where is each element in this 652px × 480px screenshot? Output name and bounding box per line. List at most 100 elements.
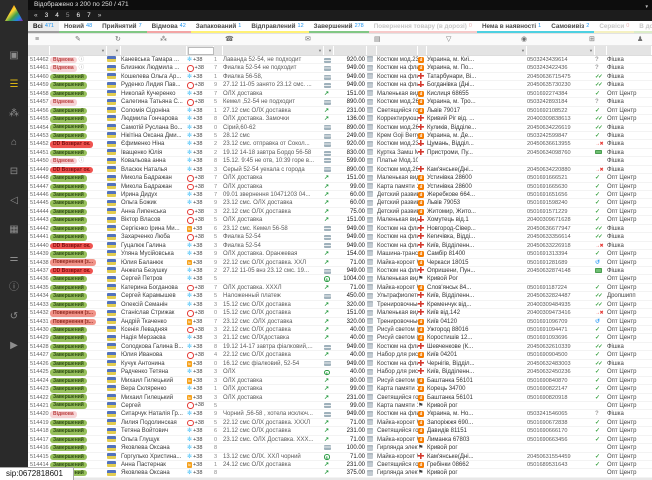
table-row[interactable]: 514445ЗавершенийОльга Божик✻+38923.12 см… — [28, 199, 652, 207]
table-row[interactable]: 514450ВідмоваⓘКовальова анна✻+38815.12. … — [28, 157, 652, 165]
tab-zapakovanyi[interactable]: Запакований1 — [191, 21, 247, 33]
table-row[interactable]: 514436ЗавершенийСергей Петров✻+385$1004.… — [28, 275, 652, 283]
table-row[interactable]: 514428ЗавершенийСолодкова Галина В...✻+3… — [28, 343, 652, 351]
telephony-snowflake-icon[interactable]: ✻ — [187, 107, 192, 115]
missed-call-ring-icon[interactable] — [187, 327, 194, 334]
telephony-snowflake-icon[interactable]: ✻ — [187, 157, 192, 164]
telephony-snowflake-icon[interactable]: ✻ — [187, 469, 192, 476]
sidebar-screen-icon[interactable]: ▣ — [9, 41, 19, 70]
filter-comment[interactable]: ▼ — [223, 46, 324, 55]
telephony-snowflake-icon[interactable]: ✻ — [187, 410, 192, 418]
table-row[interactable]: 514458ЗавершенийНиколай Кучеренко✻+387ОЛ… — [28, 90, 652, 98]
telephony-snowflake-icon[interactable]: ✻ — [187, 427, 192, 435]
missed-call-ring-icon[interactable] — [187, 285, 194, 292]
operator-badge-icon[interactable]: lc — [187, 226, 192, 232]
dropdown-caret-icon[interactable]: ▼ — [521, 48, 525, 53]
missed-call-ring-icon[interactable] — [187, 175, 194, 182]
telephony-snowflake-icon[interactable]: ✻ — [187, 292, 192, 300]
telephony-snowflake-icon[interactable]: ✻ — [187, 275, 192, 282]
sidebar-cart-icon[interactable]: ⊟ — [9, 157, 19, 186]
page-button-7[interactable]: 7 — [87, 10, 91, 21]
telephony-snowflake-icon[interactable]: ✻ — [187, 250, 192, 258]
page-button-5[interactable]: 5 — [66, 10, 70, 21]
table-row[interactable]: 514459ЗавершенийРуденко Лидия Пав...+389… — [28, 81, 652, 89]
missed-call-ring-icon[interactable] — [187, 65, 194, 72]
table-row[interactable]: 514462ВідмоваⓘКаневська Тамара ...✻+381Л… — [28, 56, 652, 64]
telephony-snowflake-icon[interactable]: ✻ — [187, 453, 192, 461]
telephony-snowflake-icon[interactable]: ✻ — [187, 124, 192, 132]
sidebar-info-icon[interactable]: ⓘ — [9, 273, 19, 302]
range-dropdown-caret-icon[interactable]: ▼ — [645, 2, 649, 12]
tab-v-dorozi-dodomu[interactable]: В дорозі додому0 — [634, 21, 652, 33]
filter-flag[interactable]: ▼ — [107, 46, 121, 55]
table-row[interactable]: 514461ВідмоваⓘБлизнюк Людмила ...+387Фиа… — [28, 64, 652, 72]
dropdown-caret-icon[interactable]: ▼ — [115, 48, 119, 53]
table-row[interactable]: 514456ЗавершенийСоломія Сідоніна✻+38127.… — [28, 107, 652, 115]
table-row[interactable]: 514417ЗавершенийОльга Глущук✻+38023.12 с… — [28, 436, 652, 444]
table-row[interactable]: 514455ЗавершенийЛюдмила Гончарова✻+388ОЛ… — [28, 115, 652, 123]
filter-address[interactable]: ▼ — [427, 46, 527, 55]
telephony-snowflake-icon[interactable]: ✻ — [187, 267, 192, 275]
telephony-snowflake-icon[interactable]: ✻ — [187, 56, 192, 64]
telephony-snowflake-icon[interactable]: ✻ — [187, 385, 192, 393]
table-row[interactable]: 514439ЗавершенийУляна Мусійовська✻+389ОЛ… — [28, 250, 652, 258]
missed-call-ring-icon[interactable] — [187, 209, 194, 216]
operator-badge-icon[interactable]: lc — [187, 378, 192, 384]
table-row[interactable]: 514448ЗавершенийМикола Бадражан+387ОЛХ д… — [28, 174, 652, 182]
filter-payment[interactable]: ▼ — [324, 46, 334, 55]
tab-vidpravlenyi[interactable]: Відправлений12 — [246, 21, 308, 33]
sidebar-campaign-icon[interactable]: ◁ — [9, 186, 19, 215]
table-row[interactable]: 514422ЗавершенийМихаил Гилецькийlc+383ОЛ… — [28, 394, 652, 402]
table-row[interactable]: 514434ЗавершенийСергей Карамышев✻+385Нал… — [28, 292, 652, 300]
tab-novyi[interactable]: Новий48 — [59, 21, 97, 33]
sidebar-orders-icon[interactable]: ☰ — [9, 70, 19, 99]
table-row[interactable]: 514416ЗавершенийЯковлева Оксана✻+388100.… — [28, 444, 652, 452]
table-row[interactable]: 514431Повернення (з...Андрій Ткаченкоlc+… — [28, 318, 652, 326]
table-row[interactable]: 514442ЗавершенийСергієнко Ірина Ми...lc+… — [28, 225, 652, 233]
table-row[interactable]: 514423ЗавершенийВера Скляренко✻+381ОЛХ д… — [28, 385, 652, 393]
telephony-snowflake-icon[interactable]: ✻ — [187, 368, 192, 376]
tab-servisy[interactable]: Сервіси0 — [594, 21, 634, 33]
last-page-icon[interactable]: » — [98, 10, 102, 21]
telephony-snowflake-icon[interactable]: ✻ — [187, 140, 192, 148]
filter-price[interactable] — [334, 46, 367, 55]
column-sync-icon[interactable]: ↻ — [115, 34, 121, 45]
missed-call-ring-icon[interactable] — [187, 310, 194, 317]
telephony-snowflake-icon[interactable]: ✻ — [187, 90, 192, 98]
sidebar-warehouse-icon[interactable]: ⌂ — [9, 128, 19, 157]
telephony-snowflake-icon[interactable]: ✻ — [187, 334, 192, 342]
tab-nema-v-naiavnosti[interactable]: Нема в наявності1 — [477, 21, 546, 33]
telephony-snowflake-icon[interactable]: ✻ — [187, 166, 192, 174]
page-button-4[interactable]: 4 — [55, 10, 59, 21]
tab-pryiniatyi[interactable]: Прийнятий7 — [97, 21, 146, 33]
filter-name[interactable] — [121, 46, 187, 55]
filter-delivicon[interactable] — [418, 46, 427, 55]
missed-call-ring-icon[interactable] — [187, 184, 194, 191]
page-button-6[interactable]: 6 — [77, 10, 81, 21]
table-row[interactable]: 514449DD Возврат ок.Власюк Наталья✻+383С… — [28, 166, 652, 174]
filter-ttnstatus[interactable] — [595, 46, 607, 55]
column-ttn-icon[interactable]: ⊞ — [589, 34, 595, 45]
column-client-icon[interactable]: ⁂ — [160, 34, 167, 45]
missed-call-ring-icon[interactable] — [187, 402, 194, 409]
table-row[interactable]: 514447ЗавершенийМикола Бадражан+387ОЛХ д… — [28, 183, 652, 191]
status-info-icon[interactable]: ⓘ — [79, 157, 85, 164]
filter-phone[interactable] — [187, 46, 214, 55]
column-payment-icon[interactable]: ▤ — [374, 34, 381, 45]
page-button-3[interactable]: 3 — [45, 10, 49, 21]
telephony-snowflake-icon[interactable]: ✻ — [187, 242, 192, 250]
operator-badge-icon[interactable]: lc — [187, 260, 192, 266]
table-row[interactable]: 514444ЗавершенийАнна Липенська+38322.12 … — [28, 208, 652, 216]
telephony-snowflake-icon[interactable]: ✻ — [187, 149, 192, 157]
table-row[interactable]: 514452DD Возврат ок.Єфименко Ніна✻+38223… — [28, 140, 652, 148]
table-row[interactable]: 514424ЗавершенийМихаил Гилецькийlc+383ОЛ… — [28, 377, 652, 385]
table-row[interactable]: 514438Повернення (з...Юлия Баланюкlc+389… — [28, 259, 652, 267]
operator-badge-icon[interactable]: lc — [187, 319, 192, 325]
table-row[interactable]: 514457ВідмоваСалегина Татьяна С...+385Ке… — [28, 98, 652, 106]
operator-badge-icon[interactable]: lc — [187, 361, 192, 367]
operator-badge-icon[interactable]: lc — [187, 462, 192, 468]
column-address-icon[interactable]: ◉ — [521, 34, 527, 45]
table-row[interactable]: 514425ЗавершенийРадченко Тетяна✻+383ОЛХ$… — [28, 368, 652, 376]
column-phone-icon[interactable]: ☎ — [225, 34, 234, 45]
table-row[interactable]: 514441ЗавершенийЗахарченко Люба+385Фиалк… — [28, 233, 652, 241]
